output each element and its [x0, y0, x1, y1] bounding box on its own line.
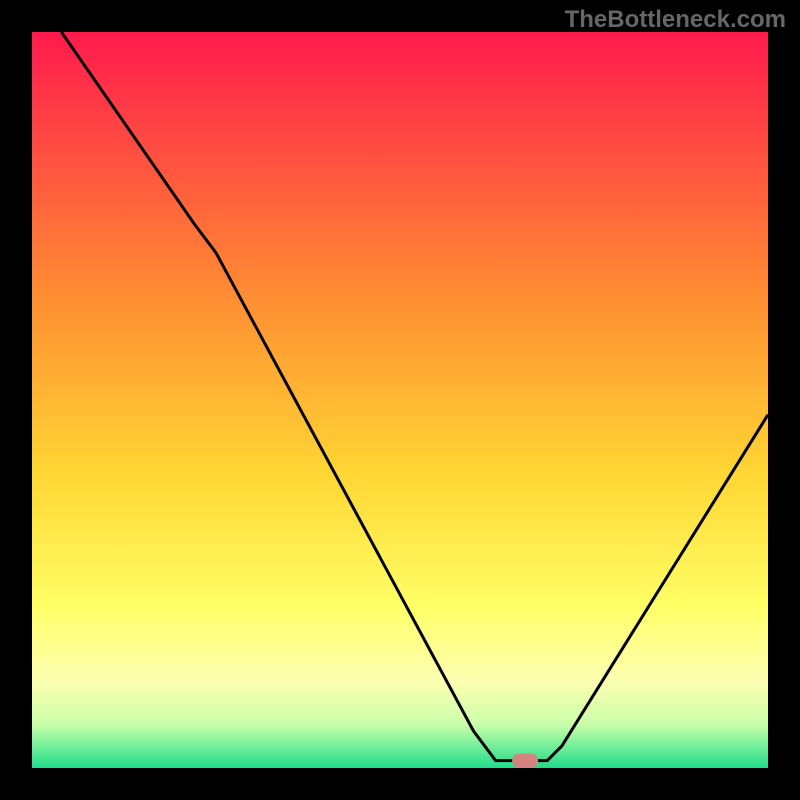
gradient-background	[32, 32, 768, 768]
watermark-text: TheBottleneck.com	[565, 6, 786, 34]
chart-container: { "watermark": "TheBottleneck.com", "cha…	[0, 0, 800, 800]
optimal-marker	[512, 754, 538, 768]
bottleneck-chart	[0, 0, 800, 800]
